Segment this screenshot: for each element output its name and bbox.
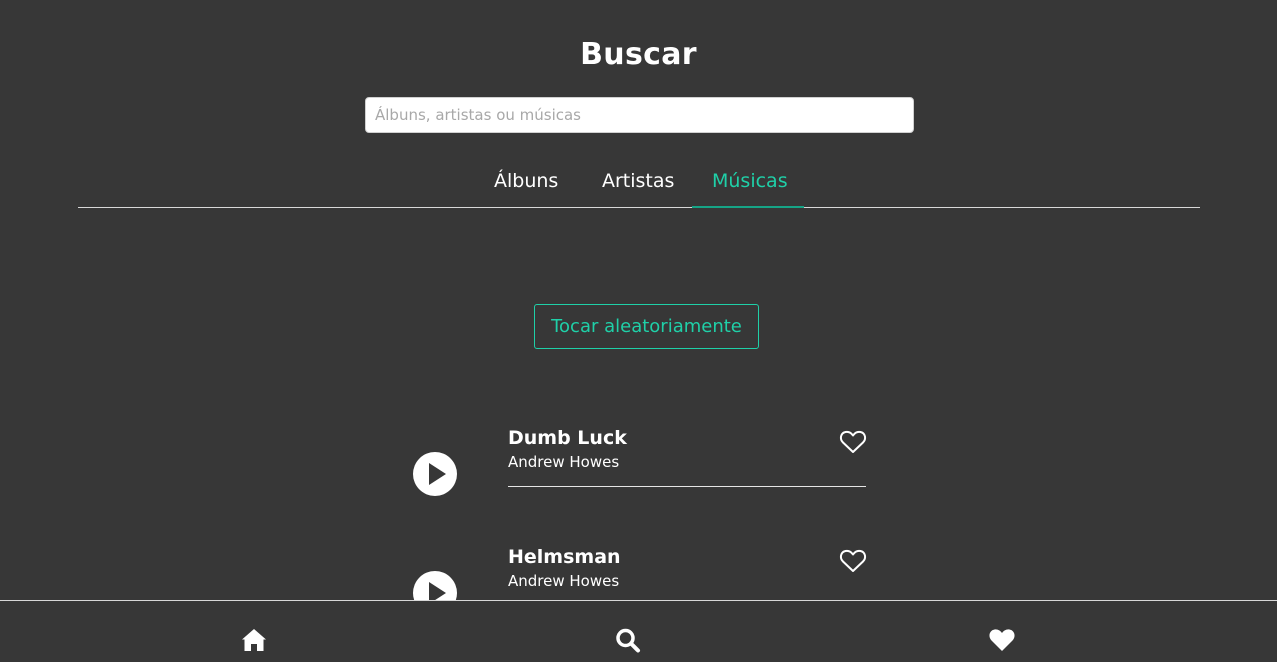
song-list: Tocar aleatoriamente Dumb Luck Andrew Ho… [0,0,1277,600]
shuffle-button[interactable]: Tocar aleatoriamente [534,304,759,349]
home-icon[interactable] [240,627,268,653]
play-icon[interactable] [413,571,457,600]
song-divider [508,486,866,487]
song-row: Helmsman Andrew Howes [0,546,1277,600]
song-row: Dumb Luck Andrew Howes [0,427,1277,537]
bottom-nav [0,600,1277,662]
song-artist: Andrew Howes [508,453,620,471]
heart-icon[interactable] [988,627,1016,653]
heart-outline-icon[interactable] [839,548,867,574]
heart-outline-icon[interactable] [839,429,867,455]
song-title: Dumb Luck [508,427,627,449]
song-title: Helmsman [508,546,621,568]
song-artist: Andrew Howes [508,572,620,590]
play-icon[interactable] [413,452,457,496]
search-icon[interactable] [614,627,642,653]
